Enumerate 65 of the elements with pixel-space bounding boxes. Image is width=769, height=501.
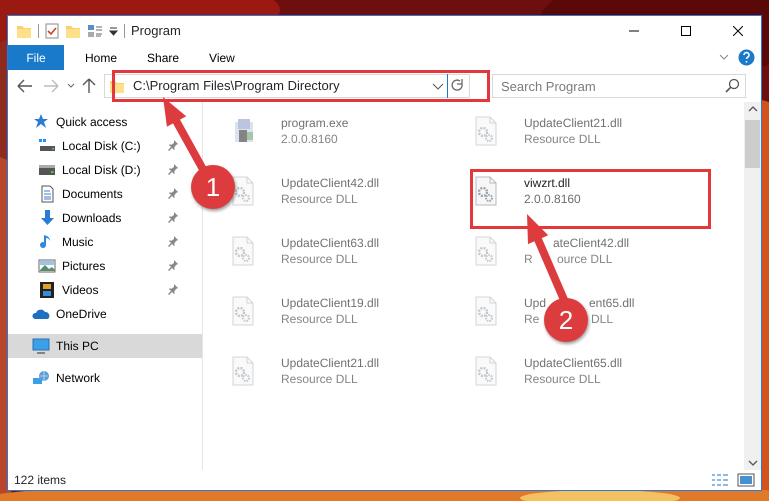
pin-icon[interactable] (168, 188, 178, 200)
close-icon[interactable] (733, 26, 743, 36)
file-name[interactable]: ateClient42.dll (553, 236, 630, 252)
network-icon (32, 369, 50, 387)
pin-icon[interactable] (168, 260, 178, 272)
ribbon-tab[interactable]: Share (132, 45, 194, 70)
picture-icon (38, 257, 56, 275)
file-detail[interactable]: R (524, 252, 533, 268)
large-icons-view-icon[interactable] (737, 473, 755, 487)
nav-item[interactable]: Documents (38, 185, 123, 203)
nav-item[interactable]: Local Disk (D:) (38, 161, 141, 179)
maximize-icon[interactable] (681, 26, 691, 36)
nav-item[interactable]: Music (38, 233, 94, 251)
file-detail[interactable]: 2.0.0.8160 (281, 132, 338, 148)
file-detail[interactable]: DLL (591, 312, 614, 328)
file-detail[interactable]: ource DLL (557, 252, 612, 268)
nav-item[interactable]: Pictures (38, 257, 106, 275)
nav-item[interactable]: This PC (32, 337, 99, 355)
file-detail[interactable]: Resource DLL (281, 312, 358, 328)
file-name[interactable]: UpdateClient65.dll (524, 356, 622, 372)
file-name[interactable]: UpdateClient63.dll (281, 236, 380, 252)
file-gears-icon[interactable] (474, 176, 498, 206)
file-name[interactable]: UpdateClient19.dll (281, 296, 380, 312)
address-bar[interactable]: C:\Program Files\Program Directory (104, 74, 470, 98)
file-gears-icon[interactable] (231, 176, 255, 206)
dropdown-icon[interactable] (109, 26, 118, 36)
nav-item[interactable]: Downloads (38, 209, 122, 227)
film-icon (38, 281, 56, 299)
nav-item[interactable]: Network (32, 369, 100, 387)
pin-icon[interactable] (168, 236, 178, 248)
properties-icon[interactable] (87, 22, 103, 38)
file-name[interactable]: UpdateClient21.dll (524, 116, 622, 132)
ribbon-tab[interactable]: Home (70, 45, 132, 70)
file-name[interactable]: viwzrt.dll (524, 176, 570, 192)
file-detail[interactable]: Resource DLL (281, 372, 358, 388)
checklist-icon[interactable] (45, 22, 59, 38)
nav-item[interactable]: Videos (38, 281, 98, 299)
file-detail[interactable]: Re (524, 312, 540, 328)
nav-item[interactable]: Quick access (32, 113, 128, 131)
nav-item[interactable]: Local Disk (C:) (38, 137, 141, 155)
pin-icon[interactable] (168, 164, 178, 176)
file-name[interactable]: ent65.dll (589, 296, 634, 312)
details-view-icon[interactable] (711, 473, 729, 487)
file-detail[interactable]: Resource DLL (524, 132, 601, 148)
pin-icon[interactable] (168, 212, 178, 224)
window-title: Program (131, 22, 181, 40)
ribbon-tab[interactable]: View (194, 45, 250, 70)
download-icon (38, 209, 56, 227)
nav-item[interactable]: OneDrive (32, 305, 107, 323)
monitor-icon (32, 337, 50, 355)
file-detail[interactable]: 2.0.0.8160 (524, 192, 581, 208)
file-name[interactable]: UpdateClient42.dll (281, 176, 380, 192)
pin-icon[interactable] (168, 140, 178, 152)
star-icon (32, 113, 50, 131)
file-detail[interactable]: Resource DLL (281, 192, 358, 208)
item-count: 122 items (14, 472, 66, 489)
file-name[interactable]: UpdateClient21.dll (281, 356, 380, 372)
pin-icon[interactable] (168, 284, 178, 296)
search-field[interactable]: Search Program (492, 74, 746, 98)
file-name[interactable]: Upd (524, 296, 546, 312)
file-detail[interactable]: Resource DLL (281, 252, 358, 268)
file-name[interactable]: program.exe (281, 116, 348, 132)
file-menu-button[interactable]: File (8, 45, 64, 70)
scrollbar-thumb[interactable] (745, 120, 760, 168)
file-detail[interactable]: Resource DLL (524, 372, 601, 388)
